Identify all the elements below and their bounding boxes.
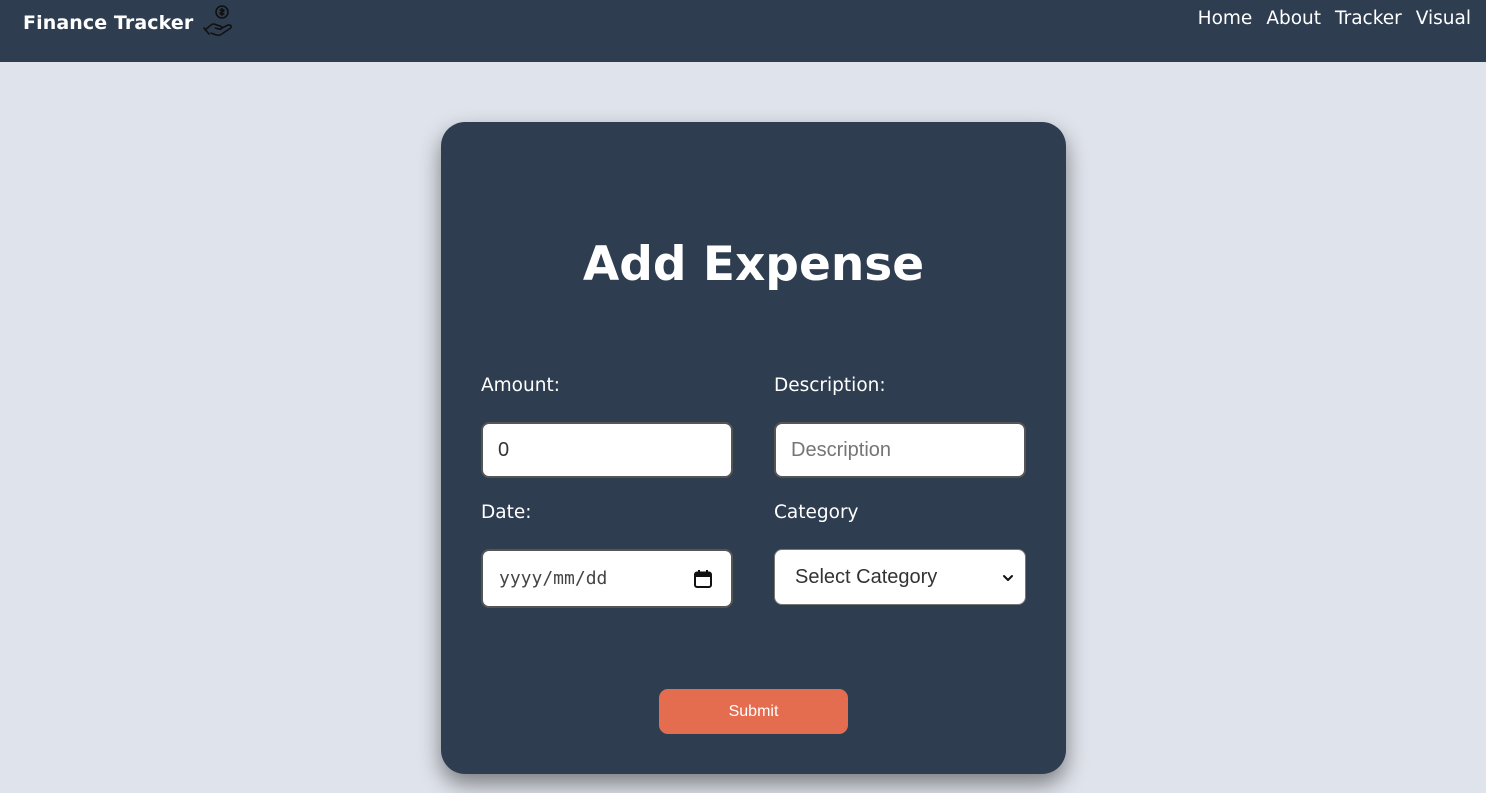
nav-link-tracker[interactable]: Tracker [1335, 8, 1402, 29]
description-input[interactable] [774, 422, 1026, 478]
brand-title: Finance Tracker [23, 12, 194, 34]
amount-label: Amount: [481, 375, 560, 396]
category-select[interactable]: Select Category [774, 549, 1026, 605]
hand-coin-icon [203, 4, 237, 38]
add-expense-card: Add Expense Amount: Description: Date: y… [441, 122, 1066, 774]
calendar-icon[interactable] [693, 569, 713, 589]
form-title: Add Expense [582, 237, 925, 292]
description-label: Description: [774, 375, 886, 396]
date-label: Date: [481, 502, 532, 523]
submit-button[interactable]: Submit [659, 689, 848, 734]
navbar: Finance Tracker Home About Tracker Visua… [0, 0, 1486, 62]
date-placeholder: yyyy/mm/dd [499, 568, 608, 589]
amount-input[interactable] [481, 422, 733, 478]
nav-link-about[interactable]: About [1266, 8, 1321, 29]
brand[interactable]: Finance Tracker [23, 5, 237, 38]
nav-links: Home About Tracker Visual [1198, 8, 1471, 29]
chevron-down-icon [1001, 570, 1015, 584]
nav-link-visual[interactable]: Visual [1416, 8, 1471, 29]
date-input[interactable]: yyyy/mm/dd [481, 549, 733, 608]
category-label: Category [774, 502, 859, 523]
category-selected-value: Select Category [795, 565, 938, 588]
nav-link-home[interactable]: Home [1198, 8, 1253, 29]
